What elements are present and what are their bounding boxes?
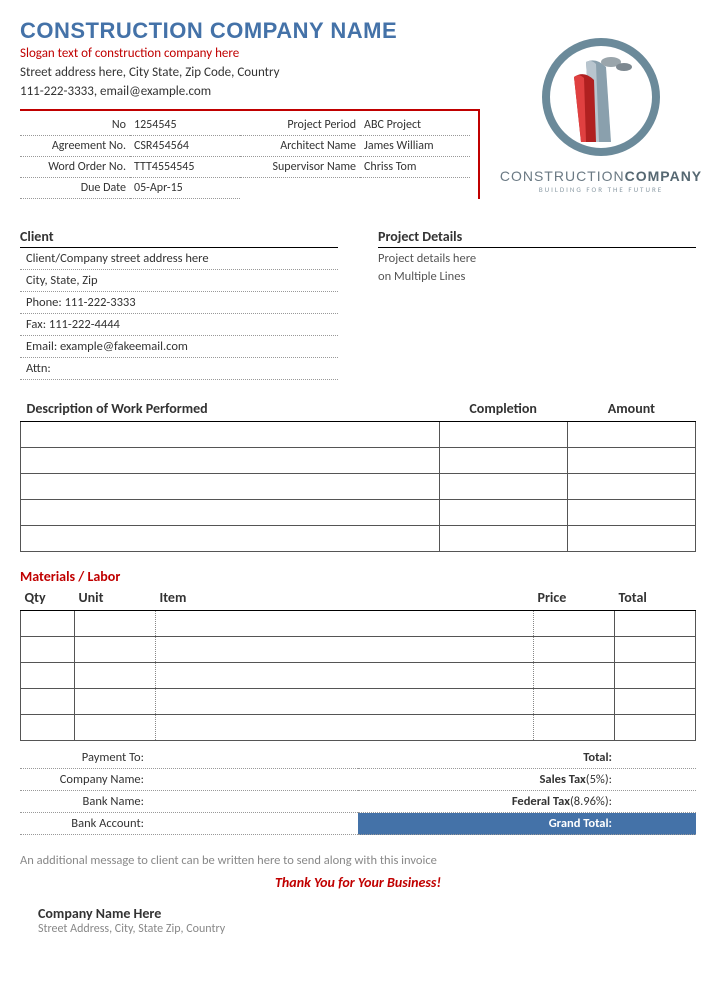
sales-tax-label: Sales Tax [540, 772, 586, 787]
invoice-meta: No 1254545 Project Period ABC Project Ag… [20, 109, 480, 199]
table-row [21, 663, 696, 689]
federal-tax-label: Federal Tax [512, 794, 570, 809]
company-contact: 111-222-3333, email@example.com [20, 84, 496, 99]
payment-to-label: Payment To: [20, 750, 150, 765]
footer-company-address: Street Address, City, State Zip, Country [20, 922, 696, 936]
sales-tax-pct: (5%): [586, 772, 612, 787]
meta-supervisor-label: Supervisor Name [240, 157, 360, 178]
logo-brand-text: CONSTRUCTIONCOMPANY [500, 168, 702, 184]
company-address: Street address here, City State, Zip Cod… [20, 65, 496, 80]
payment-account-label: Bank Account: [20, 816, 150, 831]
project-line1: Project details here [378, 248, 696, 269]
project-box: Project Details Project details here on … [378, 226, 696, 380]
table-row [21, 500, 696, 526]
work-header-desc: Description of Work Performed [21, 396, 440, 422]
client-box: Client Client/Company street address her… [20, 226, 338, 380]
table-row [21, 526, 696, 552]
meta-agreement-label: Agreement No. [20, 136, 130, 157]
materials-title: Materials / Labor [20, 568, 696, 585]
project-line2: on Multiple Lines [378, 269, 696, 287]
mat-header-item: Item [156, 585, 534, 611]
client-fax: Fax: 111-222-4444 [20, 314, 338, 336]
thank-you-message: Thank You for Your Business! [20, 874, 696, 891]
mat-header-total: Total [615, 585, 696, 611]
mat-header-qty: Qty [21, 585, 75, 611]
table-row [21, 422, 696, 448]
meta-due-value: 05-Apr-15 [130, 178, 240, 199]
grand-total-label: Grand Total: [549, 816, 612, 831]
meta-no-value: 1254545 [130, 115, 240, 136]
table-row [21, 474, 696, 500]
company-name: CONSTRUCTION COMPANY NAME [20, 18, 496, 44]
materials-table: Qty Unit Item Price Total [20, 585, 696, 741]
mat-header-unit: Unit [75, 585, 156, 611]
table-row [21, 689, 696, 715]
table-row [21, 448, 696, 474]
totals-info: Total: Sales Tax (5%): Federal Tax (8.96… [358, 747, 696, 835]
work-table: Description of Work Performed Completion… [20, 396, 696, 552]
meta-period-value: ABC Project [360, 115, 470, 136]
footer-message: An additional message to client can be w… [20, 853, 696, 868]
client-address: Client/Company street address here [20, 248, 338, 270]
project-title: Project Details [378, 226, 696, 248]
meta-no-label: No [20, 115, 130, 136]
meta-period-label: Project Period [240, 115, 360, 136]
company-logo: CONSTRUCTIONCOMPANY BUILDING FOR THE FUT… [506, 18, 696, 208]
mat-header-price: Price [534, 585, 615, 611]
company-slogan: Slogan text of construction company here [20, 46, 496, 61]
work-header-completion: Completion [439, 396, 567, 422]
work-header-amount: Amount [567, 396, 695, 422]
meta-supervisor-value: Chriss Tom [360, 157, 470, 178]
payment-info: Payment To: Company Name: Bank Name: Ban… [20, 747, 358, 835]
building-logo-icon [536, 32, 666, 162]
federal-tax-pct: (8.96%): [570, 794, 612, 809]
meta-architect-label: Architect Name [240, 136, 360, 157]
table-row [21, 637, 696, 663]
client-attn: Attn: [20, 358, 338, 380]
meta-due-label: Due Date [20, 178, 130, 199]
payment-company-label: Company Name: [20, 772, 150, 787]
client-title: Client [20, 226, 338, 248]
client-email: Email: example@fakeemail.com [20, 336, 338, 358]
meta-order-label: Word Order No. [20, 157, 130, 178]
table-row [21, 715, 696, 741]
client-city: City, State, Zip [20, 270, 338, 292]
meta-agreement-value: CSR454564 [130, 136, 240, 157]
logo-tagline: BUILDING FOR THE FUTURE [539, 185, 663, 194]
meta-order-value: TTT4554545 [130, 157, 240, 178]
footer-company-name: Company Name Here [20, 905, 696, 922]
total-label: Total: [583, 750, 612, 765]
client-phone: Phone: 111-222-3333 [20, 292, 338, 314]
meta-architect-value: James William [360, 136, 470, 157]
table-row [21, 611, 696, 637]
payment-bank-label: Bank Name: [20, 794, 150, 809]
